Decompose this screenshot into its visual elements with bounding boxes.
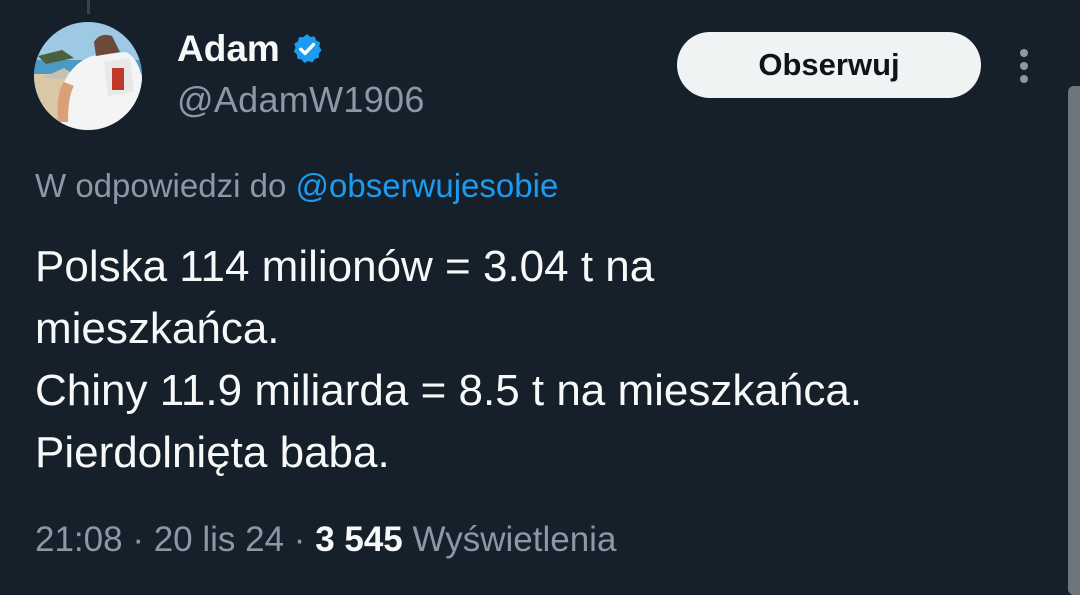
- avatar-image: [34, 22, 142, 130]
- reply-context: W odpowiedzi do @obserwujesobie: [35, 164, 558, 208]
- views-count: 3 545: [315, 520, 403, 559]
- meta-separator: ·: [284, 520, 316, 559]
- tweet-text-line: Pierdolnięta baba.: [35, 428, 390, 477]
- tweet-time[interactable]: 21:08: [35, 520, 123, 559]
- tweet-text-line: Polska 114 milionów = 3.04 t na: [35, 242, 655, 291]
- tweet-text: Polska 114 milionów = 3.04 t na mieszkań…: [35, 236, 1025, 484]
- thread-connector-line: [87, 0, 90, 14]
- author-name-row[interactable]: Adam: [177, 27, 324, 71]
- tweet-meta: 21:08 · 20 lis 24 · 3 545 Wyświetlenia: [35, 518, 616, 562]
- views-label: Wyświetlenia: [402, 520, 617, 559]
- reply-mention-link[interactable]: @obserwujesobie: [295, 167, 558, 204]
- tweet-text-line: mieszkańca.: [35, 304, 280, 353]
- more-options-icon[interactable]: [1010, 44, 1038, 88]
- follow-button[interactable]: Obserwuj: [677, 32, 981, 98]
- tweet-text-line: Chiny 11.9 miliarda = 8.5 t na mieszkańc…: [35, 366, 863, 415]
- meta-separator: ·: [122, 520, 154, 559]
- author-display-name[interactable]: Adam: [177, 27, 280, 71]
- avatar[interactable]: [34, 22, 142, 130]
- verified-badge-icon: [290, 32, 324, 66]
- reply-prefix: W odpowiedzi do: [35, 167, 296, 204]
- tweet-date[interactable]: 20 lis 24: [154, 520, 284, 559]
- scrollbar[interactable]: [1068, 86, 1080, 595]
- author-handle[interactable]: @AdamW1906: [177, 78, 425, 122]
